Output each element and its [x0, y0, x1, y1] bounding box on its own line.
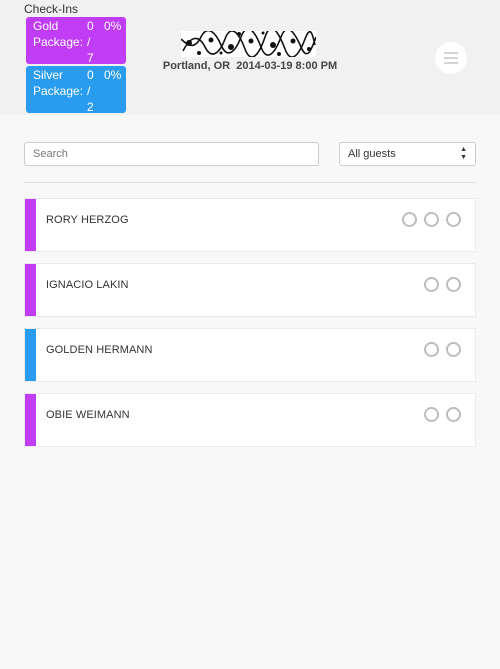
checkin-slots — [424, 342, 461, 357]
package-fraction: 0 / 7 — [87, 18, 99, 66]
checkin-circle-icon[interactable] — [424, 212, 439, 227]
divider — [24, 182, 476, 183]
package-percent: 0% — [104, 19, 122, 33]
package-total-count: 7 — [87, 51, 94, 65]
checkin-circle-icon[interactable] — [424, 342, 439, 357]
package-percent: 0% — [104, 68, 122, 82]
package-checked-count: 0 — [87, 68, 94, 82]
package-fraction: 0 / 2 — [87, 67, 99, 115]
guest-name: IGNACIO LAKIN — [46, 279, 129, 291]
guest-row[interactable]: IGNACIO LAKIN — [24, 263, 476, 317]
guest-name: OBIE WEIMANN — [46, 409, 130, 421]
silver-package-stat: Silver Package: 0 / 2 0% — [26, 66, 126, 115]
guest-filter-select[interactable]: All guests ▲ ▼ — [339, 142, 476, 166]
hamburger-menu-icon — [444, 52, 458, 64]
event-info: Portland, OR 2014-03-19 8:00 PM — [130, 60, 370, 72]
package-checked-count: 0 — [87, 19, 94, 33]
package-separator: / — [87, 84, 91, 98]
package-color-bar — [25, 199, 36, 251]
package-color-bar — [25, 264, 36, 316]
event-logo — [181, 31, 316, 57]
guest-row[interactable]: GOLDEN HERMANN — [24, 328, 476, 382]
event-datetime: 2014-03-19 8:00 PM — [236, 60, 338, 72]
package-separator: / — [87, 35, 91, 49]
checkin-circle-icon[interactable] — [424, 407, 439, 422]
menu-button[interactable] — [435, 42, 467, 74]
event-location: Portland, OR — [162, 60, 231, 72]
package-name: Silver Package: — [33, 68, 84, 98]
checkin-slots — [424, 407, 461, 422]
gold-package-stat: Gold Package: 0 / 7 0% — [26, 17, 126, 66]
checkin-circle-icon[interactable] — [424, 277, 439, 292]
checkin-circle-icon[interactable] — [446, 212, 461, 227]
sort-caret-icon: ▲ ▼ — [460, 146, 467, 161]
guest-row[interactable]: OBIE WEIMANN — [24, 393, 476, 447]
package-color-bar — [25, 329, 36, 381]
checkin-circle-icon[interactable] — [446, 277, 461, 292]
package-total-count: 2 — [87, 100, 94, 114]
package-color-bar — [25, 394, 36, 446]
checkin-slots — [424, 277, 461, 292]
search-input[interactable] — [24, 142, 319, 166]
header: Check-Ins Gold Package: 0 / 7 0% Silver … — [0, 0, 500, 115]
checkin-circle-icon[interactable] — [402, 212, 417, 227]
checkins-title: Check-Ins — [24, 2, 79, 16]
guest-filter-value: All guests — [348, 148, 396, 160]
guest-name: RORY HERZOG — [46, 214, 129, 226]
checkin-slots — [402, 212, 461, 227]
checkin-circle-icon[interactable] — [446, 407, 461, 422]
guest-name: GOLDEN HERMANN — [46, 344, 153, 356]
package-name: Gold Package: — [33, 19, 84, 49]
checkin-circle-icon[interactable] — [446, 342, 461, 357]
guest-row[interactable]: RORY HERZOG — [24, 198, 476, 252]
